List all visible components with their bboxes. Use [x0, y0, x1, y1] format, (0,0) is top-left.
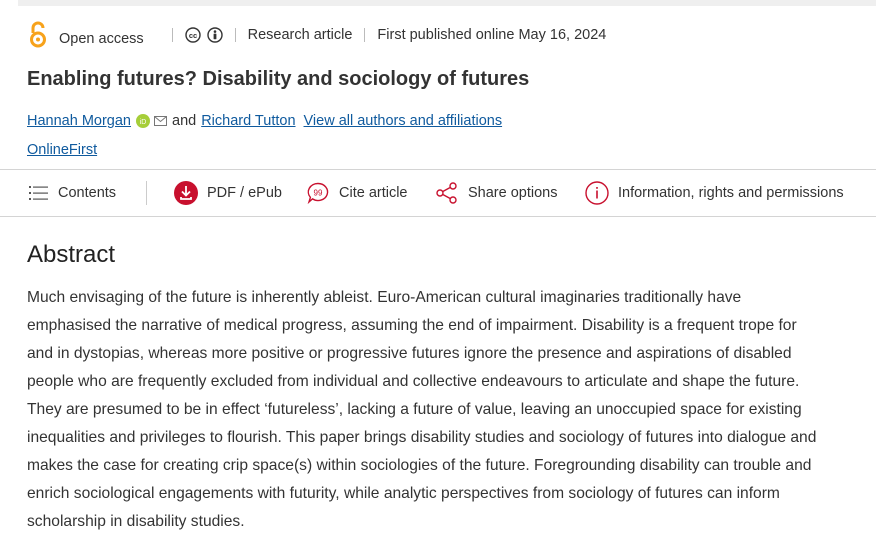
svg-text:99: 99	[314, 189, 323, 198]
share-icon	[436, 182, 457, 204]
article-meta: Open access cc Research article First pu…	[27, 20, 606, 50]
online-first-link[interactable]: OnlineFirst	[27, 142, 97, 158]
article-type: Research article	[247, 27, 353, 43]
quote-bubble-icon: 99	[307, 182, 329, 205]
author-link-hannah-morgan[interactable]: Hannah Morgan	[27, 113, 131, 129]
author-link-richard-tutton[interactable]: Richard Tutton	[201, 113, 295, 129]
attribution-icon	[206, 27, 223, 43]
information-rights-button[interactable]: Information, rights and permissions	[585, 170, 844, 216]
open-access-label: Open access	[59, 31, 144, 47]
svg-text:iD: iD	[140, 119, 147, 126]
info-icon	[585, 181, 609, 205]
list-icon	[29, 186, 48, 200]
pdf-epub-label: PDF / ePub	[207, 185, 282, 201]
divider	[234, 28, 236, 42]
article-toolbar: Contents PDF / ePub 99 Cite article Shar…	[0, 169, 876, 217]
abstract-text: Much envisaging of the future is inheren…	[27, 289, 817, 530]
toolbar-divider	[146, 181, 147, 205]
download-icon	[174, 181, 198, 205]
creative-commons-icon: cc	[184, 27, 201, 43]
email-icon[interactable]	[154, 116, 167, 126]
cite-article-button[interactable]: 99 Cite article	[306, 170, 408, 216]
top-strip	[18, 0, 876, 6]
view-all-authors-link[interactable]: View all authors and affiliations	[304, 113, 503, 129]
open-access-icon	[30, 21, 46, 48]
information-rights-label: Information, rights and permissions	[618, 185, 844, 201]
article-title: Enabling futures? Disability and sociolo…	[27, 68, 530, 90]
author-conjunction: and	[172, 113, 197, 129]
contents-label: Contents	[58, 185, 117, 201]
svg-text:cc: cc	[188, 31, 196, 40]
share-options-label: Share options	[468, 185, 558, 201]
divider	[171, 28, 173, 42]
author-list: Hannah Morgan iD and Richard Tutton View…	[27, 113, 502, 129]
cite-article-label: Cite article	[339, 185, 408, 201]
orcid-icon[interactable]: iD	[136, 114, 150, 128]
contents-button[interactable]: Contents	[29, 170, 116, 216]
share-options-button[interactable]: Share options	[435, 170, 557, 216]
abstract-heading: Abstract	[27, 241, 116, 268]
divider	[364, 28, 366, 42]
pdf-epub-button[interactable]: PDF / ePub	[174, 170, 282, 216]
publication-date: First published online May 16, 2024	[377, 27, 607, 43]
